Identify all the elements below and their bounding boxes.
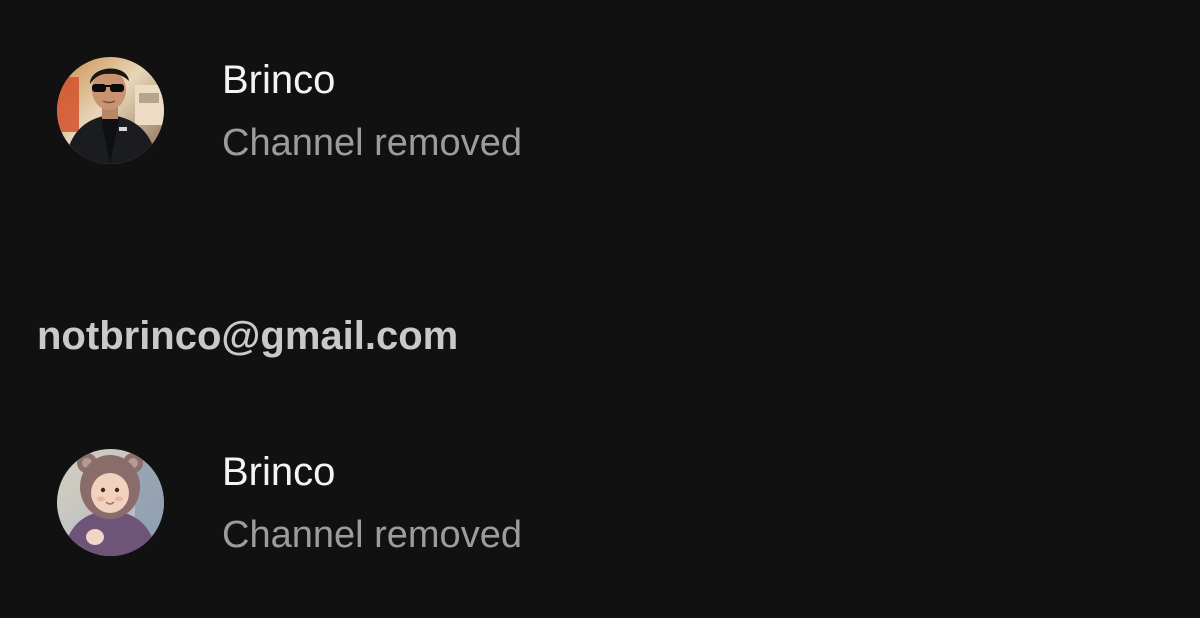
account-name: Brinco [222, 58, 336, 102]
account-status: Channel removed [222, 514, 522, 556]
account-item[interactable]: Brinco Channel removed [0, 45, 1200, 175]
person-sunglasses-avatar-icon [57, 57, 164, 164]
avatar [57, 57, 164, 164]
account-status: Channel removed [222, 122, 522, 164]
account-email-header: notbrinco@gmail.com [37, 314, 459, 358]
baby-bear-hat-avatar-icon [57, 449, 164, 556]
account-name: Brinco [222, 450, 336, 494]
avatar [57, 449, 164, 556]
account-item[interactable]: Brinco Channel removed [0, 437, 1200, 567]
